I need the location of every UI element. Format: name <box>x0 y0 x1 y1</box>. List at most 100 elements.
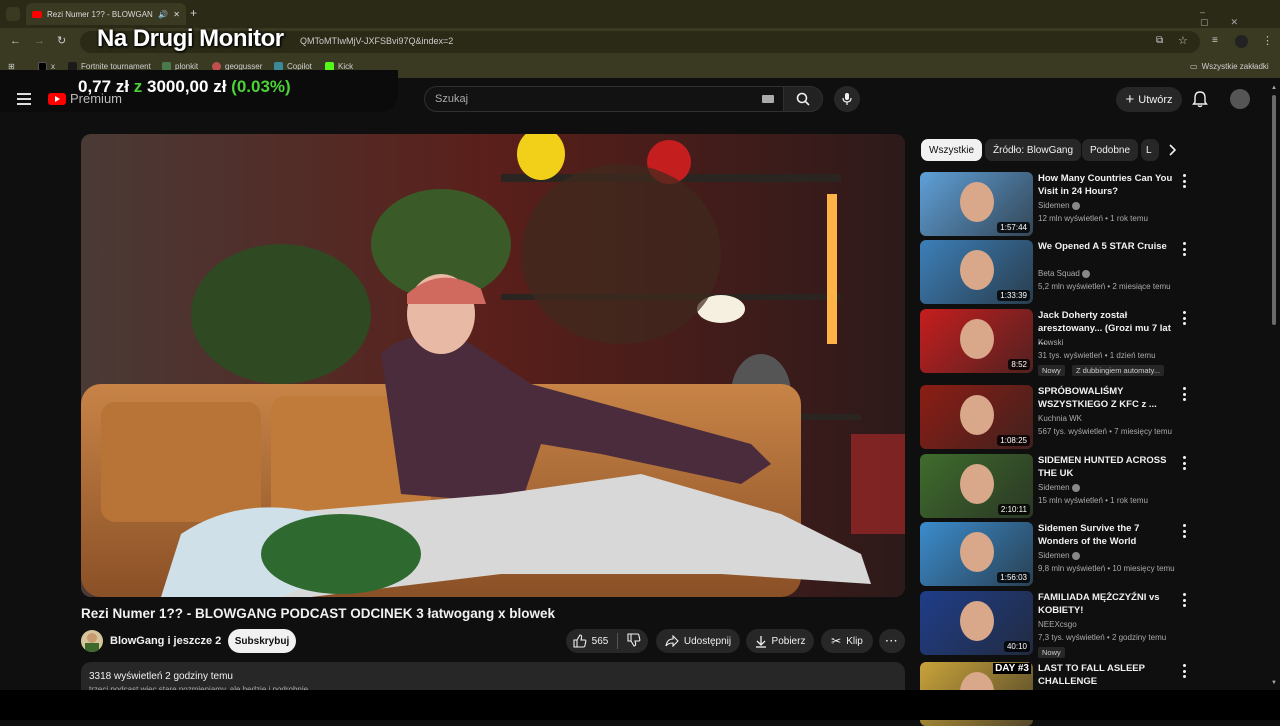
recommendation-title[interactable]: SIDEMEN HUNTED ACROSS THE UK <box>1038 454 1174 480</box>
recommendation-item[interactable]: 1:57:44 How Many Countries Can You Visit … <box>920 172 1200 236</box>
more-vertical-icon[interactable] <box>1180 456 1188 470</box>
new-badge: Nowy <box>1038 647 1065 658</box>
all-bookmarks[interactable]: ▭ Wszystkie zakładki <box>1190 62 1269 71</box>
recommendation-channel[interactable]: Kowski <box>1038 338 1063 347</box>
search-icon <box>796 92 810 106</box>
recommendation-channel[interactable]: Sidemen <box>1038 483 1080 492</box>
recommendation-title[interactable]: How Many Countries Can You Visit in 24 H… <box>1038 172 1174 198</box>
donation-sep: z <box>133 77 143 96</box>
kebab-dot <box>1182 675 1186 678</box>
more-vertical-icon[interactable] <box>1180 387 1188 401</box>
voice-search-button[interactable] <box>834 86 860 112</box>
channel-name[interactable]: BlowGang i jeszcze 2 <box>110 635 221 647</box>
speaker-icon[interactable]: 🔊 <box>158 10 168 19</box>
reload-icon[interactable]: ↻ <box>57 34 66 47</box>
recommendation-title[interactable]: SPRÓBOWALIŚMY WSZYSTKIEGO Z KFC z ... <box>1038 385 1174 411</box>
recommendation-item[interactable]: 40:10 FAMILIADA MĘŻCZYŹNI vs KOBIETY! NEEX… <box>920 591 1200 658</box>
recommendation-channel[interactable]: Beta Squad <box>1038 269 1090 278</box>
like-count: 565 <box>591 635 609 647</box>
close-tab-icon[interactable]: ✕ <box>173 10 180 19</box>
views-and-date: 3318 wyświetleń 2 godziny temu <box>89 671 233 682</box>
recommendation-thumbnail[interactable]: 1:57:44 <box>920 172 1033 236</box>
recommendation-item[interactable]: 1:08:25 SPRÓBOWALIŚMY WSZYSTKIEGO Z KFC z… <box>920 385 1200 449</box>
more-vertical-icon[interactable] <box>1180 664 1188 678</box>
like-button[interactable]: 565 <box>573 634 609 648</box>
page-scrollbar[interactable]: ▲ ▼ <box>1271 85 1277 690</box>
share-button[interactable]: Udostępnij <box>656 629 740 653</box>
channel-avatar-image <box>81 630 103 652</box>
more-vertical-icon[interactable] <box>1180 593 1188 607</box>
recommendation-item[interactable]: 8:52 Jack Doherty został aresztowany... (… <box>920 309 1200 376</box>
dislike-button[interactable] <box>627 632 641 650</box>
video-player[interactable] <box>81 134 905 597</box>
kebab-dot <box>1182 322 1186 325</box>
forward-icon[interactable]: → <box>34 35 45 47</box>
recommendation-thumbnail[interactable]: 2:10:11 <box>920 454 1033 518</box>
subscribe-button[interactable]: Subskrybuj <box>228 629 296 653</box>
tab-search-button[interactable] <box>6 7 20 21</box>
recommendation-title[interactable]: We Opened A 5 STAR Cruise <box>1038 240 1174 253</box>
recommendation-title[interactable]: Sidemen Survive the 7 Wonders of the Wor… <box>1038 522 1174 548</box>
chip-similar[interactable]: Podobne <box>1082 139 1139 161</box>
back-icon[interactable]: ← <box>10 35 21 47</box>
recommendation-thumbnail[interactable]: 8:52 <box>920 309 1033 373</box>
verified-icon <box>1071 551 1080 560</box>
keyboard-icon[interactable] <box>762 95 774 103</box>
recommendation-title[interactable]: LAST TO FALL ASLEEP CHALLENGE <box>1038 662 1174 688</box>
download-button[interactable]: Pobierz <box>746 629 814 653</box>
chip-all[interactable]: Wszystkie <box>921 139 982 161</box>
kebab-dot <box>1182 311 1186 314</box>
kebab-dot <box>1182 593 1186 596</box>
share-icon <box>665 635 679 647</box>
kebab-dot <box>1182 461 1186 465</box>
scroll-up-icon[interactable]: ▲ <box>1271 85 1277 91</box>
browser-menu-icon[interactable]: ⋮ <box>1262 34 1273 47</box>
recommendation-item[interactable]: 2:10:11 SIDEMEN HUNTED ACROSS THE UK Sidem… <box>920 454 1200 518</box>
chip-source[interactable]: Źródło: BlowGang <box>985 139 1082 161</box>
thumbs-down-icon <box>627 632 641 647</box>
notifications-button[interactable] <box>1192 90 1208 113</box>
chips-next-button[interactable] <box>1164 142 1180 158</box>
search-button[interactable] <box>783 86 823 112</box>
youtube-logo[interactable]: Premium <box>48 91 122 106</box>
recommendation-item[interactable]: 1:33:39 We Opened A 5 STAR Cruise Beta Squ… <box>920 240 1200 304</box>
profile-avatar[interactable] <box>1235 35 1248 48</box>
duration-badge: 1:08:25 <box>997 435 1030 446</box>
clip-button[interactable]: ✂ Klip <box>821 629 873 653</box>
channel-avatar[interactable] <box>81 630 103 652</box>
browser-tab[interactable]: Rezi Numer 1?? - BLOWGANG 🔊 ✕ <box>26 3 186 25</box>
window-controls[interactable]: –▢✕ <box>1200 7 1280 28</box>
recommendation-channel[interactable]: Sidemen <box>1038 201 1080 210</box>
recommendation-channel[interactable]: NEEXcsgo <box>1038 620 1077 629</box>
recommendation-title[interactable]: FAMILIADA MĘŻCZYŹNI vs KOBIETY! <box>1038 591 1174 617</box>
tab-title: Rezi Numer 1?? - BLOWGANG <box>47 9 154 19</box>
scroll-down-icon[interactable]: ▼ <box>1271 680 1277 686</box>
create-button[interactable]: + Utwórz <box>1116 87 1182 112</box>
thumbs-up-icon <box>573 634 587 648</box>
recommendation-channel[interactable]: Kuchnia WK <box>1038 414 1082 423</box>
scrollbar-thumb[interactable] <box>1272 95 1276 325</box>
account-avatar[interactable] <box>1230 89 1250 109</box>
thumbnail-figure <box>960 182 994 222</box>
more-vertical-icon[interactable] <box>1180 524 1188 538</box>
kebab-dot <box>1182 467 1186 470</box>
more-actions-button[interactable]: ··· <box>879 629 905 653</box>
recommendation-thumbnail[interactable]: 1:33:39 <box>920 240 1033 304</box>
new-tab-button[interactable]: + <box>190 6 197 20</box>
kebab-dot <box>1182 669 1186 673</box>
search-input[interactable]: Szukaj <box>424 86 784 112</box>
recommendation-channel[interactable]: Sidemen <box>1038 551 1080 560</box>
recommendation-item[interactable]: 1:56:03 Sidemen Survive the 7 Wonders of … <box>920 522 1200 586</box>
dubbing-badge: Z dubbingiem automaty... <box>1072 365 1165 376</box>
more-vertical-icon[interactable] <box>1180 242 1188 256</box>
hamburger-menu-icon[interactable] <box>17 93 31 105</box>
media-icon[interactable]: ≡ <box>1212 35 1218 46</box>
chip-more[interactable]: L <box>1141 139 1159 161</box>
recommendation-thumbnail[interactable]: 1:56:03 <box>920 522 1033 586</box>
more-vertical-icon[interactable] <box>1180 174 1188 188</box>
install-icon[interactable]: ⧉ <box>1156 35 1163 46</box>
recommendation-thumbnail[interactable]: 40:10 <box>920 591 1033 655</box>
more-vertical-icon[interactable] <box>1180 311 1188 325</box>
recommendation-thumbnail[interactable]: 1:08:25 <box>920 385 1033 449</box>
bookmark-star-icon[interactable]: ☆ <box>1178 34 1188 47</box>
